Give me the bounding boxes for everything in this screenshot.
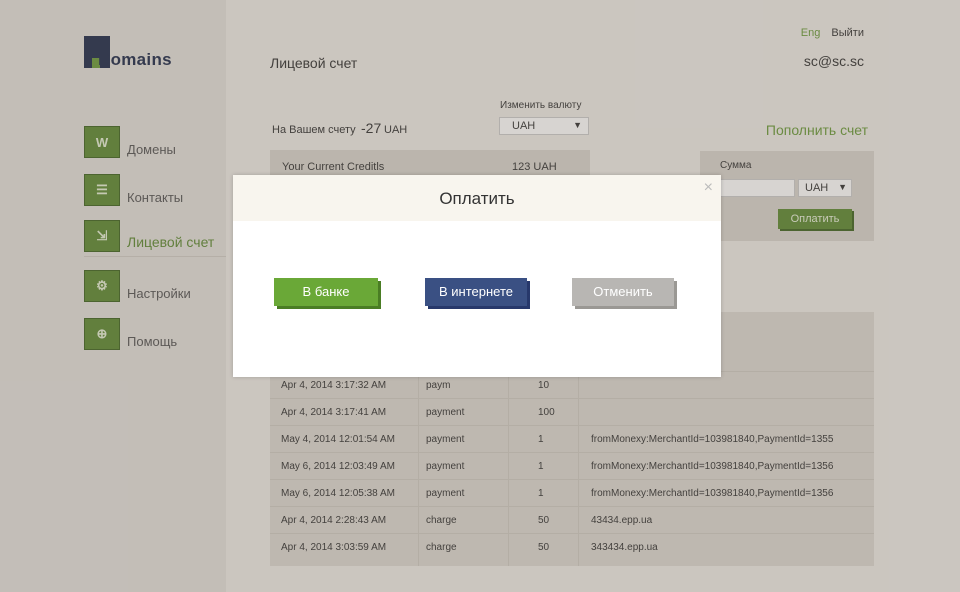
cancel-button[interactable]: Отменить xyxy=(572,278,674,306)
modal-header: Оплатить × xyxy=(233,175,721,221)
pay-online-button[interactable]: В интернете xyxy=(425,278,527,306)
pay-in-bank-button[interactable]: В банке xyxy=(274,278,378,306)
close-icon[interactable]: × xyxy=(704,179,713,197)
modal-title: Оплатить xyxy=(439,189,515,208)
payment-modal: Оплатить × В банке В интернете Отменить xyxy=(233,175,721,377)
